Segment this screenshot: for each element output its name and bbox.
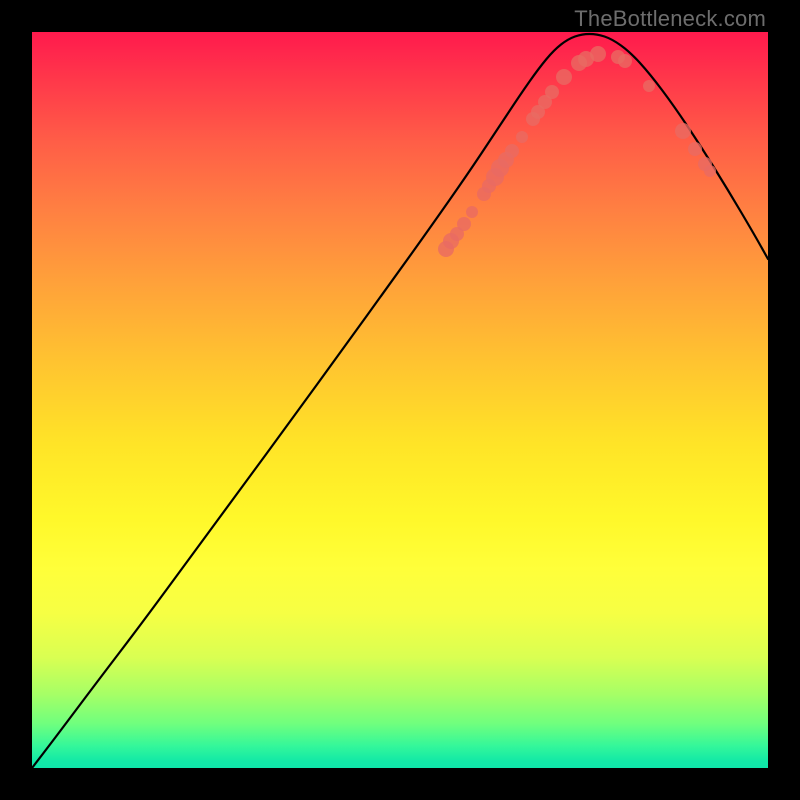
data-point (618, 54, 632, 68)
plot-area (32, 32, 768, 768)
data-point (545, 85, 559, 99)
chart-svg (32, 32, 768, 768)
data-point (556, 69, 572, 85)
watermark-text: TheBottleneck.com (574, 6, 766, 32)
bottleneck-curve (32, 34, 768, 768)
data-point (590, 46, 606, 62)
data-point (643, 80, 655, 92)
data-point (688, 142, 702, 156)
scatter-dots (438, 46, 716, 257)
data-point (466, 206, 478, 218)
data-point (516, 131, 528, 143)
data-point (675, 123, 691, 139)
data-point (704, 165, 716, 177)
data-point (505, 144, 519, 158)
data-point (457, 217, 471, 231)
chart-frame: TheBottleneck.com (0, 0, 800, 800)
